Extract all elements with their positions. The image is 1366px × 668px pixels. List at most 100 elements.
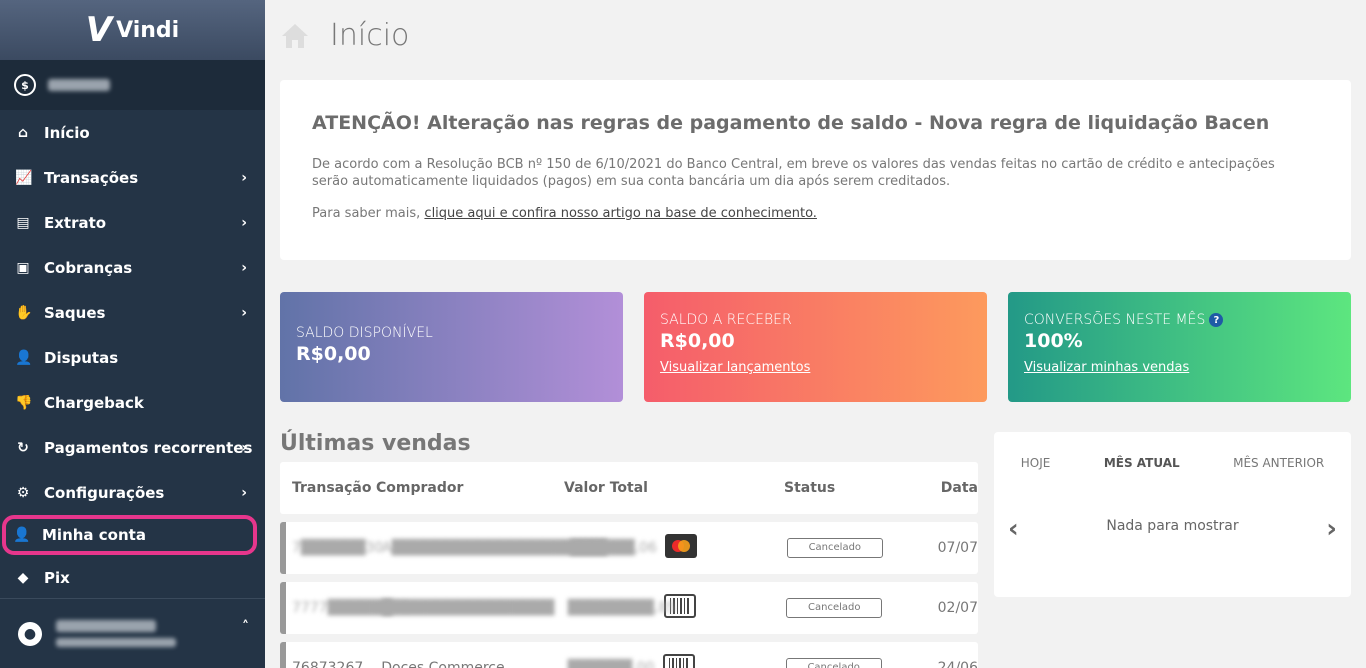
total-value: ██████,00 [567, 660, 655, 668]
view-sales-link[interactable]: Visualizar minhas vendas [1024, 360, 1189, 375]
chevron-right-icon: › [241, 169, 247, 186]
sidebar-item-pagamentos-recorrentes[interactable]: ↻ Pagamentos recorrentes › [0, 425, 265, 470]
knowledge-base-link[interactable]: clique aqui e confira nosso artigo na ba… [424, 206, 817, 221]
empty-message: Nada para mostrar [1106, 518, 1239, 534]
column-header: Status [784, 480, 836, 496]
table-row[interactable]: 7██████30 A████████████████████ ██████,0… [280, 522, 978, 574]
notice-body: De acordo com a Resolução BCB nº 150 de … [312, 157, 1275, 189]
total-value: ██████,06 [570, 540, 657, 556]
status-cell: Cancelado [786, 538, 915, 558]
notice-more: Para saber mais, clique aqui e confira n… [312, 206, 1319, 221]
available-balance-card: SALDO DISPONÍVEL R$0,00 [280, 292, 623, 402]
column-header: Comprador [376, 480, 464, 496]
logo-text: Vindi [116, 17, 180, 43]
sidebar-item-cobrancas[interactable]: ▣ Cobranças › [0, 245, 265, 290]
sidebar-item-minha-conta[interactable]: 👤 Minha conta [2, 515, 257, 555]
chevron-right-icon[interactable]: › [1326, 514, 1337, 544]
sidebar-item-label: Minha conta [42, 526, 146, 544]
tab-hoje[interactable]: HOJE [1021, 456, 1051, 470]
sidebar-item-inicio[interactable]: ⌂ Início [0, 110, 265, 155]
total-value: ████████,85 [567, 600, 677, 616]
user-menu[interactable]: ● ˄ [0, 598, 265, 668]
sidebar-item-configuracoes[interactable]: ⚙ Configurações › [0, 470, 265, 515]
sidebar-item-chargeback[interactable]: 👎 Chargeback [0, 380, 265, 425]
account-name-redacted [48, 79, 110, 91]
help-icon[interactable]: ? [1209, 313, 1224, 327]
logo[interactable]: V Vindi [0, 0, 265, 60]
card-value: R$0,00 [296, 343, 371, 365]
main-content: Início ATENÇÃO! Alteração nas regras de … [265, 0, 1366, 668]
payment-brand [662, 654, 786, 668]
page-header: Início [280, 18, 409, 53]
notice-more-prefix: Para saber mais, [312, 206, 425, 221]
period-tabs: HOJE MÊS ATUAL MÊS ANTERIOR [994, 432, 1351, 470]
user-email-redacted [56, 638, 176, 647]
sidebar-menu: ⌂ Início 📈 Transações › ▤ Extrato › ▣ Co… [0, 110, 265, 600]
card-value: R$0,00 [660, 330, 735, 352]
table-row[interactable]: 76873267 Doces Commerce ██████,00 Cancel… [280, 642, 978, 668]
user-dispute-icon: 👤 [15, 349, 33, 366]
chevron-left-icon[interactable]: ‹ [1008, 514, 1019, 544]
buyer-name: Doces Commerce [381, 660, 505, 668]
sidebar-item-label: Disputas [44, 348, 119, 367]
status-badge: Cancelado [785, 658, 882, 668]
sidebar-item-label: Cobranças [44, 258, 133, 277]
payment-brand [664, 534, 787, 562]
sidebar-item-label: Configurações [44, 483, 165, 502]
sidebar-item-extrato[interactable]: ▤ Extrato › [0, 200, 265, 245]
status-cell: Cancelado [785, 658, 915, 668]
account-selector[interactable]: $ [0, 60, 265, 110]
card-label: CONVERSÕES NESTE MÊS [1024, 312, 1206, 328]
sidebar-item-label: Saques [44, 303, 106, 322]
chevron-right-icon: › [241, 304, 247, 321]
view-entries-link[interactable]: Visualizar lançamentos [660, 360, 810, 375]
sidebar-item-label: Início [44, 123, 90, 142]
user-circle-icon: ● [18, 621, 42, 646]
sidebar: V Vindi $ ⌂ Início 📈 Transações › ▤ Extr… [0, 0, 265, 668]
table-row[interactable]: 7777██████78 ████████████████ ████████,8… [280, 582, 978, 634]
status-badge: Cancelado [786, 538, 883, 558]
thumb-down-icon: 👎 [15, 394, 33, 411]
hand-money-icon: ✋ [15, 304, 33, 321]
receipt-icon: ▤ [16, 214, 30, 231]
pix-icon: ◆ [17, 569, 29, 586]
sidebar-item-label: Transações [44, 168, 139, 187]
sidebar-item-saques[interactable]: ✋ Saques › [0, 290, 265, 335]
notice-panel: ATENÇÃO! Alteração nas regras de pagamen… [280, 80, 1351, 260]
sidebar-item-transacoes[interactable]: 📈 Transações › [0, 155, 265, 200]
mastercard-icon [664, 534, 697, 558]
sidebar-item-label: Pix [44, 568, 70, 587]
sales-title: Últimas vendas [280, 431, 471, 456]
receivable-balance-card: SALDO A RECEBER R$0,00 Visualizar lançam… [644, 292, 987, 402]
period-panel: HOJE MÊS ATUAL MÊS ANTERIOR ‹ Nada para … [994, 432, 1351, 597]
notice-title: ATENÇÃO! Alteração nas regras de pagamen… [312, 112, 1270, 134]
chevron-right-icon: › [241, 259, 247, 276]
sidebar-item-label: Pagamentos recorrentes [44, 438, 253, 457]
table-header: Transação Comprador Valor Total Status D… [280, 462, 978, 514]
sidebar-item-disputas[interactable]: 👤 Disputas [0, 335, 265, 380]
transaction-id: 7777██████78 [292, 600, 411, 616]
user-name-redacted [56, 620, 156, 632]
status-cell: Cancelado [786, 598, 914, 618]
chevron-right-icon: › [241, 439, 247, 456]
card-label: SALDO A RECEBER [660, 312, 792, 328]
barcode-icon [662, 654, 695, 668]
transaction-id: 7██████30 [292, 540, 384, 556]
chevron-right-icon: › [241, 484, 247, 501]
chevron-right-icon: › [241, 214, 247, 231]
user-info-redacted [56, 620, 176, 647]
buyer-name: ████████████████ [382, 600, 555, 616]
page-title: Início [330, 18, 410, 53]
invoice-icon: ▣ [16, 259, 30, 276]
status-badge: Cancelado [786, 598, 883, 618]
column-header: Transação [292, 480, 372, 496]
chevron-up-icon[interactable]: ˄ [242, 619, 249, 635]
buyer-name: A████████████████████ [382, 540, 607, 556]
transaction-id: 76873267 [292, 660, 364, 668]
sales-table: Transação Comprador Valor Total Status D… [280, 462, 978, 668]
tab-mes-atual[interactable]: MÊS ATUAL [1104, 456, 1180, 470]
date: 02/07 [937, 600, 978, 616]
card-label-row: CONVERSÕES NESTE MÊS? [1024, 312, 1335, 328]
tab-mes-anterior[interactable]: MÊS ANTERIOR [1233, 456, 1324, 470]
sidebar-item-pix[interactable]: ◆ Pix [0, 555, 265, 600]
